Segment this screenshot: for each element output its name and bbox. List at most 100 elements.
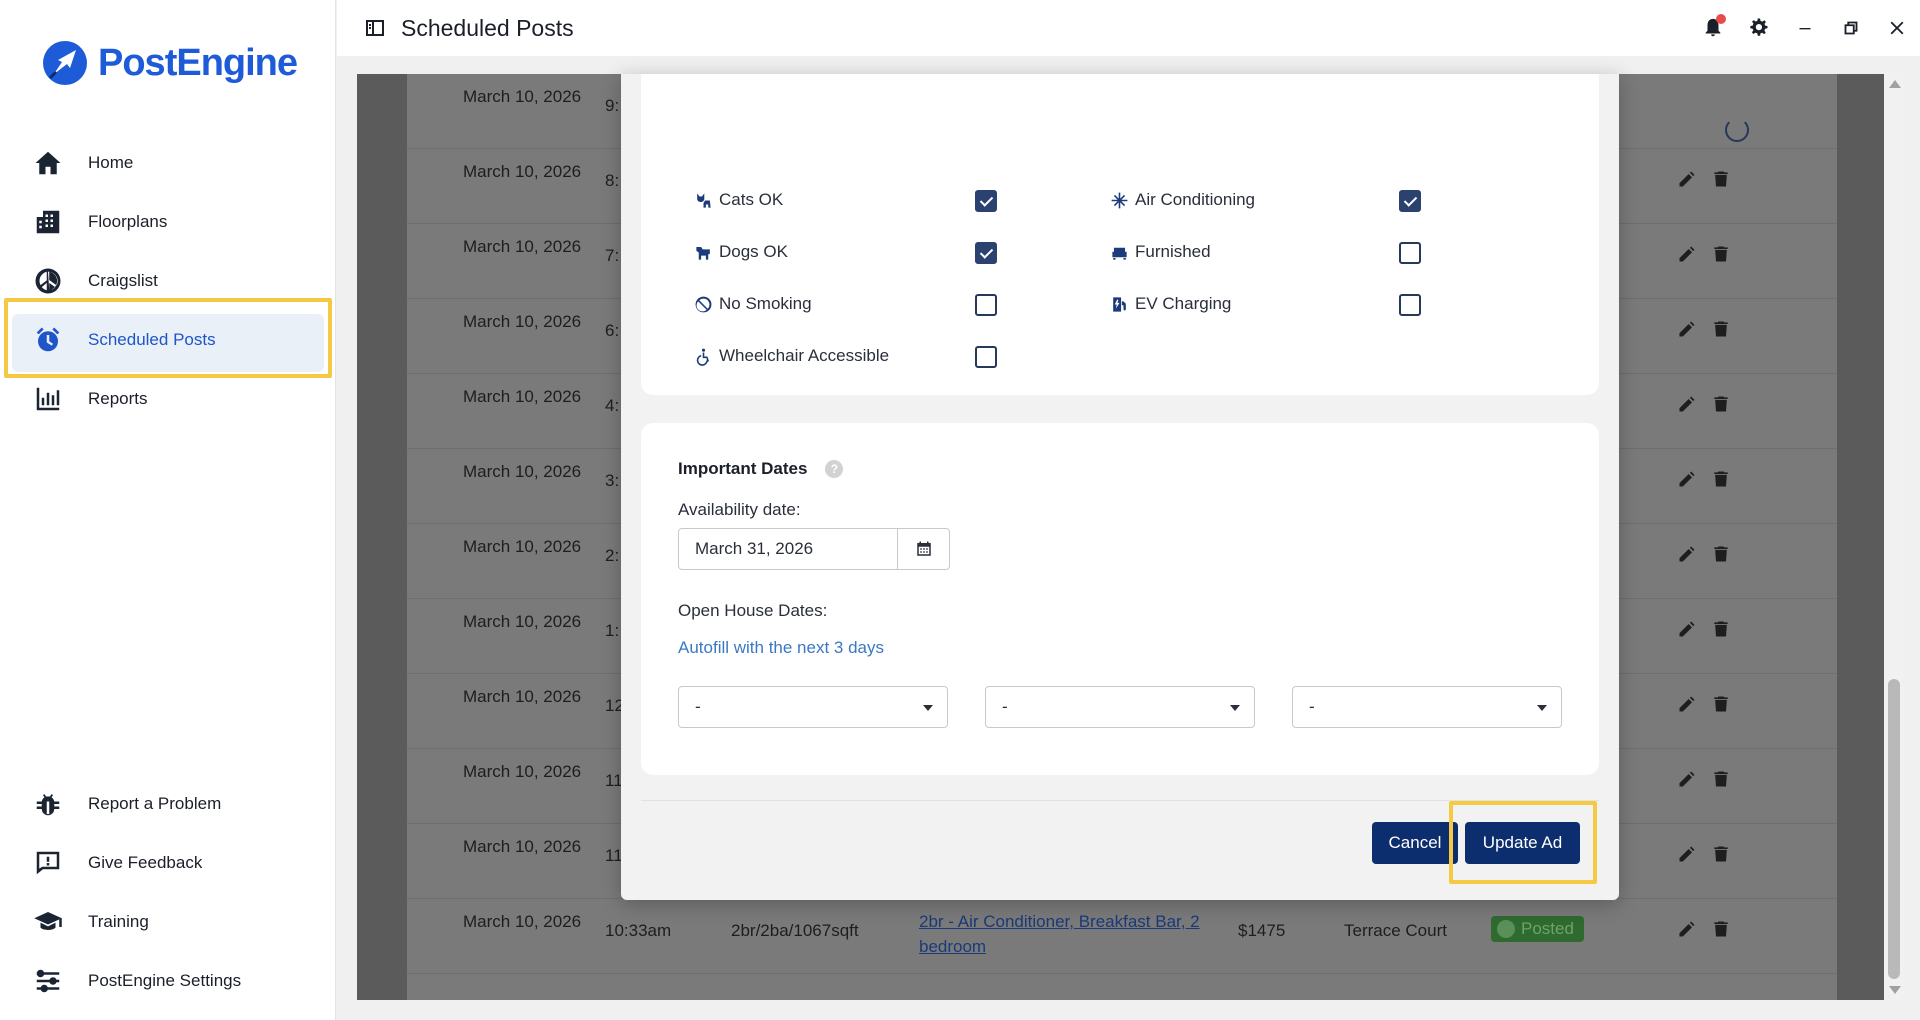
sidebar-toggle-icon[interactable] [363, 16, 387, 40]
row-time: 7: [605, 246, 620, 265]
notifications-button[interactable] [1690, 0, 1736, 56]
open-house-select-3[interactable]: - [1292, 686, 1562, 728]
availability-date-field[interactable]: March 31, 2026 [678, 528, 950, 570]
wheelchair-accessible-checkbox[interactable] [975, 346, 997, 368]
trash-icon[interactable] [1711, 394, 1731, 414]
edit-icon[interactable] [1677, 544, 1697, 564]
edit-icon[interactable] [1677, 319, 1697, 339]
sliders-icon [32, 965, 64, 997]
scrollbar-thumb[interactable] [1888, 679, 1900, 979]
dog-icon [693, 242, 713, 262]
amenity-ev-charging: EV Charging [1109, 290, 1231, 318]
no-smoking-checkbox[interactable] [975, 294, 997, 316]
trash-icon[interactable] [1711, 919, 1731, 939]
edit-icon[interactable] [1677, 619, 1697, 639]
no-smoking-icon [693, 294, 713, 314]
cancel-button[interactable]: Cancel [1372, 822, 1458, 864]
feedback-icon [32, 847, 64, 879]
trash-icon[interactable] [1711, 544, 1731, 564]
sidebar-item-postengine-settings[interactable]: PostEngine Settings [0, 951, 336, 1010]
scroll-up-icon[interactable] [1889, 80, 1901, 88]
snowflake-icon [1109, 190, 1129, 210]
sidebar-nav-main: Home Floorplans Craigslist Scheduled Pos… [0, 133, 336, 428]
sidebar-item-floorplans[interactable]: Floorplans [0, 192, 336, 251]
edit-icon[interactable] [1677, 694, 1697, 714]
close-button[interactable] [1874, 0, 1920, 56]
dogs-ok-checkbox[interactable] [975, 242, 997, 264]
furnished-checkbox[interactable] [1399, 242, 1421, 264]
sidebar-item-report-problem[interactable]: Report a Problem [0, 774, 336, 833]
cats-ok-checkbox[interactable] [975, 190, 997, 212]
trash-icon[interactable] [1711, 694, 1731, 714]
row-date: March 10, 2026 [463, 537, 582, 556]
row-actions [1677, 469, 1731, 489]
trash-icon[interactable] [1711, 469, 1731, 489]
table-row[interactable]: March 10, 2026 10:33am 2br/2ba/1067sqft … [407, 899, 1837, 974]
highlight-annotation [1449, 801, 1597, 884]
row-actions [1677, 544, 1731, 564]
calendar-icon [916, 541, 931, 556]
app-logo[interactable]: PostEngine [40, 38, 298, 88]
settings-button[interactable] [1736, 0, 1782, 56]
availability-date-value[interactable]: March 31, 2026 [679, 529, 897, 569]
trash-icon[interactable] [1711, 319, 1731, 339]
autofill-open-house-link[interactable]: Autofill with the next 3 days [678, 638, 884, 658]
open-house-select-1[interactable]: - [678, 686, 948, 728]
trash-icon[interactable] [1711, 844, 1731, 864]
row-actions [1677, 919, 1731, 939]
row-date: March 10, 2026 [463, 837, 582, 856]
help-icon[interactable]: ? [825, 460, 844, 478]
close-icon [1890, 21, 1904, 35]
gear-icon [1750, 18, 1768, 36]
edit-icon[interactable] [1677, 169, 1697, 189]
chevron-down-icon [1537, 705, 1547, 711]
trash-icon[interactable] [1711, 244, 1731, 264]
bar-chart-icon [32, 383, 64, 415]
trash-icon[interactable] [1711, 769, 1731, 789]
chevron-down-icon [923, 705, 933, 711]
restore-button[interactable] [1828, 0, 1874, 56]
edit-icon[interactable] [1677, 919, 1697, 939]
amenity-wheelchair-accessible: Wheelchair Accessible [693, 342, 889, 370]
bug-icon [32, 788, 64, 820]
edit-icon[interactable] [1677, 844, 1697, 864]
ev-charging-checkbox[interactable] [1399, 294, 1421, 316]
edit-icon[interactable] [1677, 769, 1697, 789]
row-actions [1677, 244, 1731, 264]
scroll-down-icon[interactable] [1889, 986, 1901, 994]
edit-icon[interactable] [1677, 469, 1697, 489]
amenity-label: EV Charging [1135, 294, 1232, 313]
trash-icon[interactable] [1711, 169, 1731, 189]
page-scrollbar[interactable] [1884, 74, 1904, 1000]
sidebar-item-label: Reports [88, 388, 148, 408]
row-time: 1: [605, 621, 620, 640]
minimize-button[interactable] [1782, 0, 1828, 56]
sidebar-nav-secondary: Report a Problem Give Feedback Training … [0, 774, 336, 1010]
row-time: 10:33am [605, 921, 672, 940]
air-conditioning-checkbox[interactable] [1399, 190, 1421, 212]
amenity-furnished: Furnished [1109, 238, 1211, 266]
edit-ad-modal: Cats OK Dogs OK No Smoking Wheelchair Ac… [621, 74, 1619, 900]
logo-mark-icon [43, 41, 87, 85]
calendar-button[interactable] [897, 529, 949, 569]
row-property: Terrace Court [1344, 921, 1447, 940]
amenity-label: Air Conditioning [1135, 190, 1256, 209]
amenity-dogs-ok: Dogs OK [693, 238, 788, 266]
row-date: March 10, 2026 [463, 912, 582, 931]
sidebar-item-give-feedback[interactable]: Give Feedback [0, 833, 336, 892]
row-ad-title-link[interactable]: 2br - Air Conditioner, Breakfast Bar, 2 … [919, 909, 1219, 959]
edit-icon[interactable] [1677, 394, 1697, 414]
trash-icon[interactable] [1711, 619, 1731, 639]
open-house-select-2[interactable]: - [985, 686, 1255, 728]
row-time: 9: [605, 96, 620, 115]
sidebar-item-home[interactable]: Home [0, 133, 336, 192]
couch-icon [1109, 242, 1129, 262]
home-icon [32, 147, 64, 179]
row-actions [1677, 769, 1731, 789]
edit-icon[interactable] [1677, 244, 1697, 264]
amenity-cats-ok: Cats OK [693, 186, 783, 214]
sidebar-item-training[interactable]: Training [0, 892, 336, 951]
ev-charging-icon [1109, 294, 1129, 314]
row-actions [1677, 319, 1731, 339]
amenity-label: Wheelchair Accessible [719, 346, 890, 365]
